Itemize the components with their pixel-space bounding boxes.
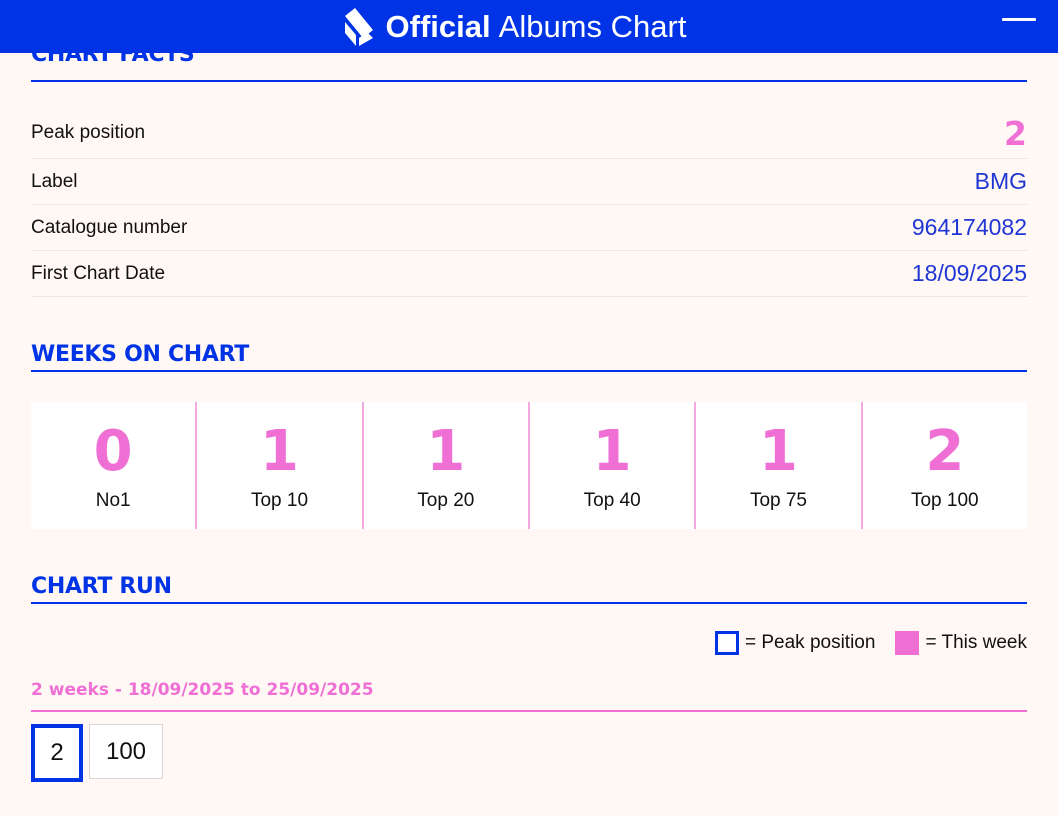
chart-run-positions: 2 100 bbox=[31, 724, 1027, 782]
weeks-stat-top100: 2 Top 100 bbox=[862, 402, 1027, 529]
brand-header[interactable]: Official Albums Chart bbox=[342, 7, 687, 46]
weeks-count: 1 bbox=[592, 419, 632, 484]
legend-peak-text: = Peak position bbox=[744, 632, 876, 653]
weeks-count: 0 bbox=[93, 419, 133, 484]
weeks-on-chart-heading: WEEKS ON CHART bbox=[31, 342, 1027, 372]
weeks-count: 1 bbox=[758, 419, 798, 484]
weeks-count: 1 bbox=[260, 419, 299, 484]
official-charts-logo-icon bbox=[344, 7, 373, 46]
chart-facts-heading-text: CHART FACTS bbox=[31, 53, 195, 67]
weeks-on-chart-grid: 0 No1 1 Top 10 1 Top 20 1 Top 40 1 Top 7… bbox=[31, 402, 1027, 529]
weeks-count: 2 bbox=[925, 419, 965, 484]
chart-run-date-range: 2 weeks - 18/09/2025 to 25/09/2025 bbox=[31, 680, 1027, 712]
weeks-stat-top20: 1 Top 20 bbox=[363, 402, 530, 529]
chart-run-legend: = Peak position = This week bbox=[31, 630, 1027, 656]
fact-label: Catalogue number bbox=[31, 216, 188, 238]
fact-row-peak-position: Peak position 2 bbox=[31, 108, 1027, 159]
weeks-label: Top 10 bbox=[250, 490, 309, 511]
peak-position-swatch-icon bbox=[714, 631, 739, 655]
fact-row-label: Label BMG bbox=[31, 159, 1027, 205]
title-light: Albums Chart bbox=[498, 9, 687, 44]
fact-label: Peak position bbox=[31, 122, 146, 143]
chart-facts-heading: CHART FACTS bbox=[31, 53, 1027, 82]
weeks-label: Top 75 bbox=[749, 490, 807, 511]
weeks-label: Top 40 bbox=[583, 490, 641, 511]
hamburger-menu-icon[interactable] bbox=[1002, 18, 1036, 23]
weeks-label: Top 100 bbox=[910, 490, 979, 511]
fact-label: First Chart Date bbox=[31, 262, 166, 284]
weeks-label: Top 20 bbox=[417, 490, 475, 511]
title-bold: Official bbox=[385, 9, 491, 44]
fact-row-catalogue-number: Catalogue number 964174082 bbox=[31, 205, 1027, 251]
fact-row-first-chart-date: First Chart Date 18/09/2025 bbox=[31, 251, 1027, 297]
weeks-stat-no1: 0 No1 bbox=[31, 402, 198, 529]
legend-peak-position: = Peak position bbox=[714, 631, 876, 655]
chart-facts-list: Peak position 2 Label BMG Catalogue numb… bbox=[31, 108, 1027, 297]
weeks-stat-top75: 1 Top 75 bbox=[696, 402, 863, 529]
weeks-stat-top40: 1 Top 40 bbox=[529, 402, 697, 529]
weeks-stat-top10: 1 Top 10 bbox=[197, 402, 364, 529]
chart-run-week[interactable]: 100 bbox=[89, 724, 163, 779]
main-content: CHART FACTS Peak position 2 Label BMG Ca… bbox=[31, 53, 1027, 782]
chart-run-week-peak[interactable]: 2 bbox=[31, 724, 83, 782]
chart-name-title: Official Albums Chart bbox=[386, 11, 687, 42]
chart-run-heading: CHART RUN bbox=[31, 574, 1027, 604]
legend-this-week: = This week bbox=[895, 631, 1027, 655]
this-week-swatch-icon bbox=[895, 631, 920, 655]
catalogue-number-value: 964174082 bbox=[911, 214, 1027, 240]
record-label-link[interactable]: BMG bbox=[975, 168, 1027, 195]
legend-this-week-text: = This week bbox=[925, 632, 1027, 653]
weeks-label: No1 bbox=[95, 490, 131, 511]
fact-label: Label bbox=[31, 170, 78, 192]
weeks-count: 1 bbox=[426, 419, 466, 484]
top-navigation-bar: Official Albums Chart bbox=[0, 0, 1058, 53]
peak-position-value: 2 bbox=[1004, 113, 1027, 153]
first-chart-date-link[interactable]: 18/09/2025 bbox=[912, 260, 1027, 287]
